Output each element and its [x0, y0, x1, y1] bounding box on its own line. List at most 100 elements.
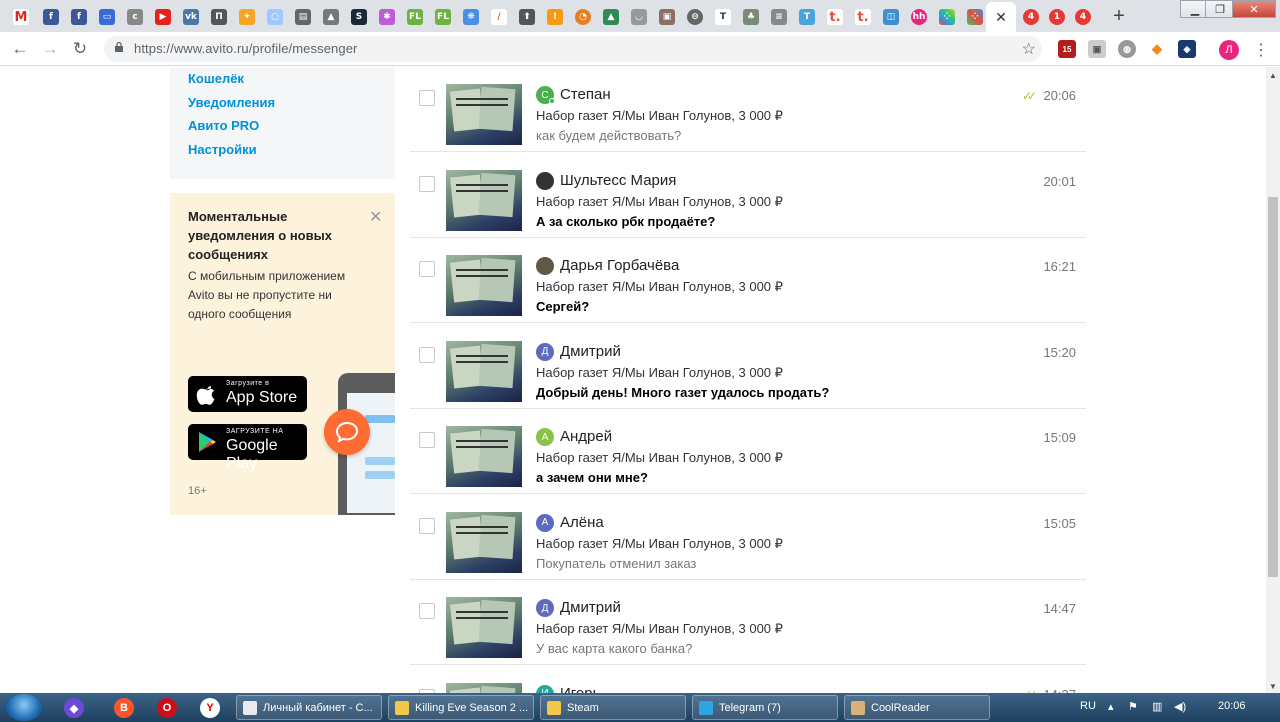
extension-icon-1[interactable]: 15	[1058, 40, 1076, 58]
tab-badge-3[interactable]: 4	[1070, 4, 1096, 30]
tab-facebook-2[interactable]: f	[66, 4, 92, 30]
extension-icon-5[interactable]: ◈	[1178, 40, 1196, 58]
tor-browser-icon[interactable]: ◆	[64, 698, 84, 718]
tab-site-9[interactable]: ∕	[486, 4, 512, 30]
google-play-button[interactable]: ЗАГРУЗИТЕ НА Google Play	[188, 424, 307, 472]
select-checkbox[interactable]	[419, 517, 435, 534]
tab-tumblr-1[interactable]: t.	[822, 4, 848, 30]
address-bar[interactable]: https://www.avito.ru/profile/messenger ☆	[104, 36, 1042, 62]
taskbar-task[interactable]: Killing Eve Season 2 ...	[388, 695, 534, 720]
maximize-button[interactable]: ❐	[1205, 0, 1235, 18]
brave-icon[interactable]: B	[114, 698, 134, 718]
tab-badge-1[interactable]: 4	[1018, 4, 1044, 30]
contact-name[interactable]: Алёна	[560, 514, 604, 531]
select-checkbox[interactable]	[419, 346, 435, 363]
reload-icon[interactable]: ↻	[69, 38, 91, 60]
tray-expand-icon[interactable]: ▴	[1108, 700, 1114, 713]
ad-thumbnail[interactable]	[446, 255, 522, 316]
tab-site-16[interactable]: ⊖	[682, 4, 708, 30]
tab-site-7[interactable]: ✱	[374, 4, 400, 30]
contact-name[interactable]: Дмитрий	[560, 599, 621, 616]
tab-vk[interactable]: vk	[178, 4, 204, 30]
ad-thumbnail[interactable]	[446, 169, 522, 231]
conversation-row[interactable]: Дарья Горбачёва Набор газет Я/Мы Иван Го…	[410, 238, 1086, 323]
bookmark-star-icon[interactable]: ☆	[1022, 39, 1036, 59]
contact-name[interactable]: Степан	[560, 86, 611, 103]
contact-name[interactable]: Дмитрий	[560, 343, 621, 360]
tab-site-12[interactable]: ◔	[570, 4, 596, 30]
globe-icon[interactable]: ◍	[1118, 40, 1136, 58]
tab-site-22[interactable]: ⁘	[934, 4, 960, 30]
network-icon[interactable]: ▥	[1152, 700, 1162, 713]
tab-facebook-1[interactable]: f	[38, 4, 64, 30]
back-arrow-icon[interactable]: ←	[9, 38, 31, 60]
sidebar-item-notifications[interactable]: Уведомления	[188, 95, 275, 110]
tab-active-avito[interactable]: ✕	[986, 2, 1016, 32]
browser-menu-icon[interactable]: ⋮	[1253, 40, 1269, 60]
tab-tumblr-2[interactable]: t.	[850, 4, 876, 30]
tab-site-13[interactable]: ▲	[598, 4, 624, 30]
select-checkbox[interactable]	[419, 261, 435, 277]
extension-icon-2[interactable]: ▣	[1088, 40, 1106, 58]
conversation-row[interactable]: И Игорь 14:27 ✓✓	[410, 666, 1086, 694]
sidebar-item-wallet[interactable]: Кошелёк	[188, 71, 244, 86]
scroll-down-arrow-icon[interactable]: ▼	[1269, 682, 1277, 691]
tab-site-8[interactable]: ❋	[458, 4, 484, 30]
yandex-browser-icon[interactable]: Y	[200, 698, 220, 718]
tab-fl-1[interactable]: FL	[402, 4, 428, 30]
scroll-up-arrow-icon[interactable]: ▲	[1269, 71, 1277, 80]
ad-thumbnail[interactable]	[446, 682, 522, 693]
forward-arrow-icon[interactable]: →	[39, 38, 61, 60]
conversation-row[interactable]: Д Дмитрий Набор газет Я/Мы Иван Голунов,…	[410, 324, 1086, 409]
tab-site-17[interactable]: T	[710, 4, 736, 30]
tab-site-3[interactable]: ✦	[234, 4, 260, 30]
contact-name[interactable]: Андрей	[560, 428, 612, 445]
tab-close-icon[interactable]: ✕	[995, 9, 1007, 26]
conversation-row[interactable]: Д Дмитрий Набор газет Я/Мы Иван Голунов,…	[410, 580, 1086, 665]
tab-fl-2[interactable]: FL	[430, 4, 456, 30]
window-close-button[interactable]: ✕	[1232, 0, 1276, 18]
conversation-row[interactable]: А Андрей Набор газет Я/Мы Иван Голунов, …	[410, 409, 1086, 494]
tab-site-19[interactable]: ≡	[766, 4, 792, 30]
profile-avatar[interactable]: Л	[1219, 40, 1239, 60]
select-checkbox[interactable]	[419, 175, 435, 192]
tab-steam[interactable]: S	[346, 4, 372, 30]
tab-site-21[interactable]: ◫	[878, 4, 904, 30]
tab-site-11[interactable]: !	[542, 4, 568, 30]
select-checkbox[interactable]	[419, 603, 435, 619]
clock[interactable]: 20:06	[1218, 700, 1246, 712]
tab-site-20[interactable]: T	[794, 4, 820, 30]
tab-site-14[interactable]: ◡	[626, 4, 652, 30]
sidebar-item-avito-pro[interactable]: Авито PRO	[188, 118, 259, 133]
tab-site-1[interactable]: c	[122, 4, 148, 30]
tab-site-4[interactable]: ○	[262, 4, 288, 30]
contact-name[interactable]: Игорь	[560, 685, 600, 694]
taskbar-task[interactable]: Steam	[540, 695, 686, 720]
ad-thumbnail[interactable]	[446, 426, 522, 487]
ad-thumbnail[interactable]	[446, 84, 522, 145]
contact-name[interactable]: Дарья Горбачёва	[560, 257, 679, 274]
select-checkbox[interactable]	[419, 432, 435, 448]
tab-youtube[interactable]: ▶	[150, 4, 176, 30]
select-checkbox[interactable]	[419, 90, 435, 106]
conversation-row[interactable]: Шультесс Мария Набор газет Я/Мы Иван Гол…	[410, 153, 1086, 238]
ad-thumbnail[interactable]	[446, 340, 522, 402]
tab-badge-2[interactable]: 1	[1044, 4, 1070, 30]
conversation-row[interactable]: С Степан Набор газет Я/Мы Иван Голунов, …	[410, 67, 1086, 152]
contact-name[interactable]: Шультесс Мария	[560, 172, 676, 189]
tab-hh[interactable]: hh	[906, 4, 932, 30]
ad-thumbnail[interactable]	[446, 597, 522, 658]
ad-thumbnail[interactable]	[446, 511, 522, 573]
taskbar-task[interactable]: Личный кабинет - С...	[236, 695, 382, 720]
new-tab-button[interactable]: +	[1108, 5, 1130, 27]
close-icon[interactable]: ✕	[369, 207, 382, 227]
app-store-button[interactable]: Загрузите в App Store	[188, 376, 307, 412]
tab-gmail[interactable]: M	[8, 4, 34, 30]
flag-icon[interactable]: ⚑	[1128, 700, 1138, 713]
tab-site-5[interactable]: ▤	[290, 4, 316, 30]
metamask-icon[interactable]: ◆	[1148, 40, 1166, 58]
scrollbar-thumb[interactable]	[1268, 197, 1278, 577]
volume-icon[interactable]: ◀)	[1174, 700, 1186, 713]
tab-site-2[interactable]: П	[206, 4, 232, 30]
start-button[interactable]	[6, 694, 42, 721]
